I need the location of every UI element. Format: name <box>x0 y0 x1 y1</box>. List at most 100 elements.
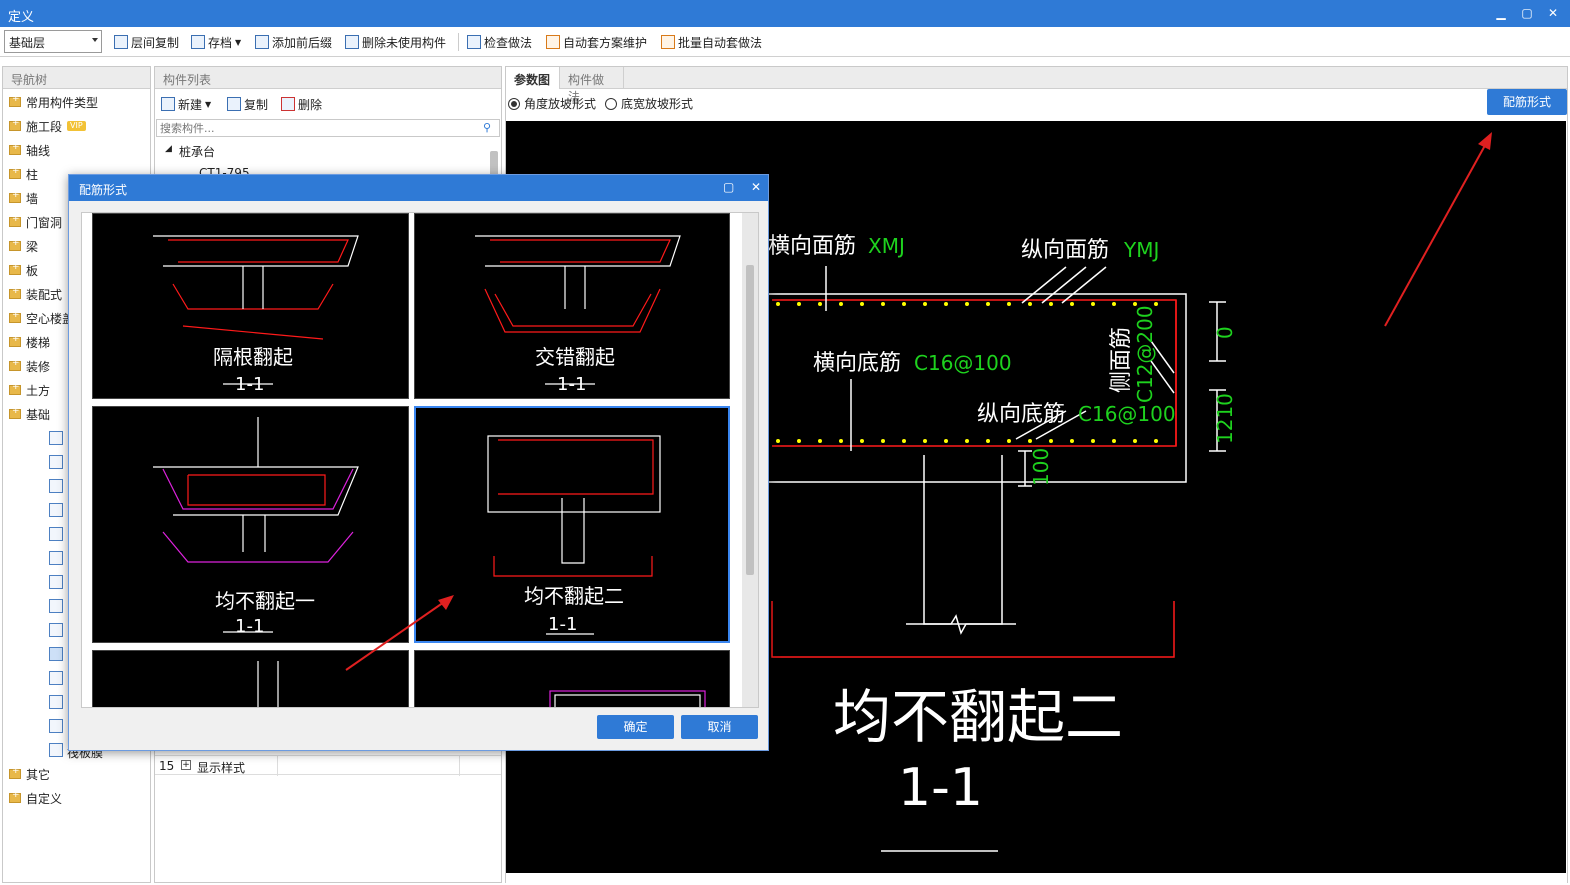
independent-foundation-icon[interactable] <box>49 527 63 541</box>
close-icon[interactable]: ✕ <box>1544 4 1562 22</box>
radio-angle-option[interactable]: 角度放坡形式 <box>508 95 596 112</box>
property-row[interactable]: 15 + 显示样式 <box>155 755 501 776</box>
folder-icon <box>9 118 21 131</box>
rebar-dot <box>1112 439 1116 443</box>
nav-item-foundation[interactable]: 基础 <box>9 404 50 424</box>
bottom-x-code: C16@100 <box>914 351 1012 375</box>
ok-button[interactable]: 确定 <box>597 715 674 739</box>
strip-foundation-icon[interactable] <box>49 503 63 517</box>
nav-item-slab[interactable]: 板 <box>9 260 38 280</box>
bottom-x-label: 横向底筋 <box>813 351 901 376</box>
pile-sub-icon[interactable] <box>49 671 63 685</box>
delete-unused-icon <box>345 35 359 49</box>
radio-width-option[interactable]: 底宽放坡形式 <box>605 95 693 112</box>
cell-divider <box>459 756 460 776</box>
collar-icon[interactable] <box>49 695 63 709</box>
search-icon[interactable]: ⚲ <box>483 121 491 134</box>
option-alternate-bend[interactable]: 隔根翻起 1-1 <box>92 213 409 399</box>
folder-icon <box>9 238 21 251</box>
nav-item-label: 柱 <box>26 167 39 182</box>
pile-cap-icon[interactable] <box>49 551 63 565</box>
nav-item-common-types[interactable]: 常用构件类型 <box>9 92 98 112</box>
folder-icon <box>9 262 21 275</box>
nav-item-custom[interactable]: 自定义 <box>9 788 62 808</box>
rebar-dot <box>944 439 948 443</box>
cancel-button[interactable]: 取消 <box>681 715 758 739</box>
thumb-drawing: 均不翻起二 1-1 <box>487 435 661 635</box>
rebar-dot <box>1070 302 1074 306</box>
pile-icon[interactable] <box>49 575 63 589</box>
window-titlebar: 定义 ▁ ▢ ✕ <box>0 0 1570 27</box>
pit-icon[interactable] <box>49 623 63 637</box>
nav-item-wall[interactable]: 墙 <box>9 188 38 208</box>
add-prefix-suffix-button[interactable]: 添加前后缀 <box>255 33 332 51</box>
nav-item-door-window[interactable]: 门窗洞 <box>9 212 62 232</box>
folder-icon <box>9 382 21 395</box>
dialog-maximize-icon[interactable]: ▢ <box>723 180 734 194</box>
window-title: 定义 <box>8 10 35 25</box>
nav-item-beam[interactable]: 梁 <box>9 236 38 256</box>
tab-component-method[interactable]: 构件做法 <box>560 67 624 104</box>
vip-badge: VIP <box>67 121 86 131</box>
rebar-form-button[interactable]: 配筋形式 <box>1487 89 1567 115</box>
raft-icon[interactable] <box>49 455 63 469</box>
nav-item-label: 常用构件类型 <box>26 95 99 110</box>
thumb-drawing: 隔根翻起 1-1 <box>153 235 359 395</box>
pile-cap-selected-icon[interactable] <box>49 647 63 661</box>
nav-item-axis[interactable]: 轴线 <box>9 140 50 160</box>
option-staggered-bend[interactable]: 交错翻起 1-1 <box>414 213 730 399</box>
rebar-dot <box>1028 302 1032 306</box>
maximize-icon[interactable]: ▢ <box>1518 4 1536 22</box>
dialog-scrollbar[interactable] <box>742 213 758 707</box>
nav-item-decoration[interactable]: 装修 <box>9 356 50 376</box>
dim-0: 0 <box>1213 326 1237 339</box>
radio-label: 角度放坡形式 <box>524 97 597 111</box>
nav-item-hollow-floor[interactable]: 空心楼盖 <box>9 308 74 328</box>
raft-membrane-icon[interactable] <box>49 743 63 757</box>
cushion-icon[interactable] <box>49 599 63 613</box>
archive-button[interactable]: 存档 ▼ <box>191 33 241 51</box>
component-search-input[interactable] <box>156 119 500 137</box>
delete-unused-button[interactable]: 删除未使用构件 <box>345 33 446 51</box>
delete-button[interactable]: 删除 <box>281 95 322 113</box>
copy-between-floors-button[interactable]: 层间复制 <box>114 33 179 51</box>
option-section: 1-1 <box>235 374 264 395</box>
option-name: 交错翻起 <box>535 345 615 369</box>
nav-item-other[interactable]: 其它 <box>9 764 50 784</box>
nav-item-earthwork[interactable]: 土方 <box>9 380 50 400</box>
bottom-y-label: 纵向底筋 <box>977 402 1065 427</box>
expand-plus-icon[interactable]: + <box>181 760 191 770</box>
thumb-drawing <box>549 690 706 707</box>
foundation-beam-icon[interactable] <box>49 431 63 445</box>
rebar-dot <box>860 439 864 443</box>
annotation-arrow <box>1384 132 1492 327</box>
copy-button[interactable]: 复制 <box>227 95 268 113</box>
nav-item-label: 自定义 <box>26 791 63 806</box>
copy-label: 复制 <box>244 97 269 112</box>
nav-item-label: 楼梯 <box>26 335 51 350</box>
radio-label: 底宽放坡形式 <box>621 97 694 111</box>
nav-item-column[interactable]: 柱 <box>9 164 38 184</box>
folder-icon <box>9 310 21 323</box>
tree-root-label[interactable]: 桩承台 <box>179 143 215 160</box>
dim-1210: 1210 <box>1213 393 1237 444</box>
dialog-scrollbar-thumb[interactable] <box>746 265 754 575</box>
dialog-close-icon[interactable]: ✕ <box>751 180 761 194</box>
batch-auto-apply-button[interactable]: 批量自动套做法 <box>661 33 762 51</box>
tree-expand-icon[interactable]: ◢ <box>165 144 172 154</box>
tab-param-diagram[interactable]: 参数图 <box>506 67 560 89</box>
base-outline <box>771 601 1175 658</box>
cell-divider <box>277 756 278 776</box>
nav-item-prefab[interactable]: 装配式 <box>9 284 62 304</box>
check-method-button[interactable]: 检查做法 <box>467 33 532 51</box>
nav-item-construction-section[interactable]: 施工段 VIP <box>9 116 86 136</box>
raft-rebar-icon[interactable] <box>49 479 63 493</box>
floor-select[interactable]: 基础层 <box>4 30 102 53</box>
rebar-dot <box>1133 302 1137 306</box>
folder-icon <box>9 142 21 155</box>
minimize-icon[interactable]: ▁ <box>1492 4 1510 22</box>
auto-plan-maintain-button[interactable]: 自动套方案维护 <box>546 33 647 51</box>
new-button[interactable]: 新建 ▼ <box>161 95 211 113</box>
nav-item-stairs[interactable]: 楼梯 <box>9 332 50 352</box>
foundation-slab-icon[interactable] <box>49 719 63 733</box>
